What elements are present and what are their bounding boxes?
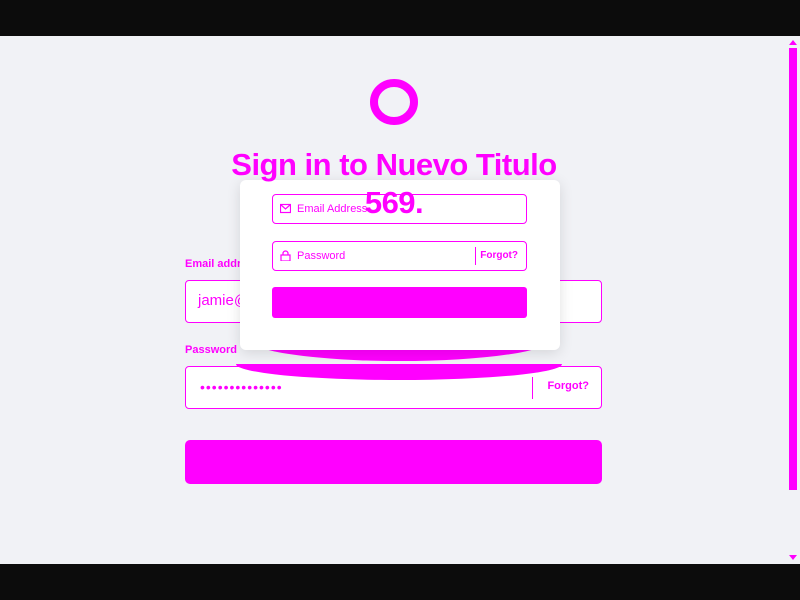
scroll-up-arrow-icon[interactable] [789, 40, 797, 45]
forgot-password-link[interactable]: Forgot? [547, 380, 589, 392]
scroll-thumb[interactable] [789, 48, 797, 490]
field-divider [475, 247, 476, 265]
popup-password-field[interactable]: Password Forgot? [272, 241, 527, 271]
popup-sign-in-button[interactable] [272, 287, 527, 318]
ring-logo-icon [370, 79, 418, 125]
password-label: Password [185, 344, 237, 356]
top-letterbox [0, 0, 800, 36]
lock-icon [280, 250, 291, 261]
field-divider [532, 377, 533, 399]
bottom-letterbox [0, 564, 800, 600]
sign-in-button[interactable] [185, 440, 602, 484]
scroll-down-arrow-icon[interactable] [789, 555, 797, 560]
password-value: •••••••••••••• [200, 379, 283, 395]
page-title: Sign in to Nuevo Titulo 569. [231, 147, 557, 220]
page-viewport: Sign in to Nuevo Titulo 569. Email addre… [0, 36, 800, 564]
scrollbar[interactable] [786, 36, 800, 564]
popup-password-placeholder: Password [297, 250, 346, 262]
popup-forgot-link[interactable]: Forgot? [480, 250, 518, 261]
